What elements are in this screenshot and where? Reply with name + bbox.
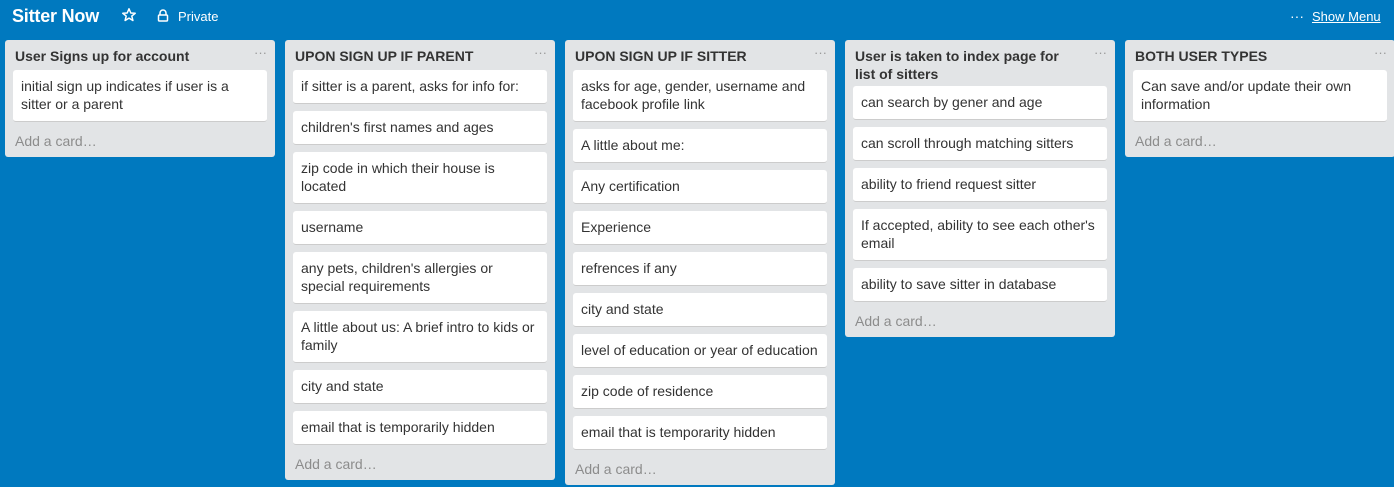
list-parent-signup: UPON SIGN UP IF PARENT ··· if sitter is … (285, 40, 555, 480)
add-card-button[interactable]: Add a card… (293, 452, 547, 480)
list-card[interactable]: email that is temporarity hidden (573, 416, 827, 450)
list-title[interactable]: UPON SIGN UP IF PARENT (295, 47, 517, 65)
list-card[interactable]: ability to save sitter in database (853, 268, 1107, 302)
list-card[interactable]: zip code of residence (573, 375, 827, 409)
show-menu-link[interactable]: Show Menu (1312, 9, 1381, 24)
list-menu-icon[interactable]: ··· (254, 45, 267, 60)
list-menu-icon[interactable]: ··· (814, 45, 827, 60)
board-header: Sitter Now Private ··· Show Menu (0, 0, 1394, 36)
list-card[interactable]: username (293, 211, 547, 245)
list-card[interactable]: ability to friend request sitter (853, 168, 1107, 202)
list-title[interactable]: User is taken to index page for list of … (855, 47, 1077, 83)
list-header[interactable]: UPON SIGN UP IF PARENT ··· (293, 40, 547, 70)
list-card[interactable]: any pets, children's allergies or specia… (293, 252, 547, 304)
list-card[interactable]: asks for age, gender, username and faceb… (573, 70, 827, 122)
list-card[interactable]: Any certification (573, 170, 827, 204)
list-menu-icon[interactable]: ··· (1374, 45, 1387, 60)
list-card[interactable]: can scroll through matching sitters (853, 127, 1107, 161)
list-title[interactable]: UPON SIGN UP IF SITTER (575, 47, 797, 65)
list-card[interactable]: city and state (293, 370, 547, 404)
list-title[interactable]: User Signs up for account (15, 47, 237, 65)
list-card[interactable]: can search by gener and age (853, 86, 1107, 120)
list-menu-icon[interactable]: ··· (534, 45, 547, 60)
list-card[interactable]: email that is temporarily hidden (293, 411, 547, 445)
dots-icon[interactable]: ··· (1290, 8, 1304, 24)
add-card-button[interactable]: Add a card… (13, 129, 267, 157)
star-icon[interactable] (121, 7, 137, 23)
list-card[interactable]: A little about me: (573, 129, 827, 163)
list-card[interactable]: refrences if any (573, 252, 827, 286)
list-index-page: User is taken to index page for list of … (845, 40, 1115, 337)
add-card-button[interactable]: Add a card… (853, 309, 1107, 337)
list-card[interactable]: zip code in which their house is located (293, 152, 547, 204)
list-header[interactable]: UPON SIGN UP IF SITTER ··· (573, 40, 827, 70)
list-title[interactable]: BOTH USER TYPES (1135, 47, 1357, 65)
list-sitter-signup: UPON SIGN UP IF SITTER ··· asks for age,… (565, 40, 835, 485)
list-menu-icon[interactable]: ··· (1094, 45, 1107, 60)
list-card[interactable]: If accepted, ability to see each other's… (853, 209, 1107, 261)
list-header[interactable]: User is taken to index page for list of … (853, 40, 1107, 86)
lock-icon (157, 9, 169, 22)
list-card[interactable]: initial sign up indicates if user is a s… (13, 70, 267, 122)
list-both-user-types: BOTH USER TYPES ··· Can save and/or upda… (1125, 40, 1394, 157)
list-card[interactable]: A little about us: A brief intro to kids… (293, 311, 547, 363)
list-user-signs-up: User Signs up for account ··· initial si… (5, 40, 275, 157)
privacy-label[interactable]: Private (178, 9, 218, 24)
list-card[interactable]: Experience (573, 211, 827, 245)
add-card-button[interactable]: Add a card… (573, 457, 827, 485)
list-card[interactable]: level of education or year of education (573, 334, 827, 368)
list-header[interactable]: BOTH USER TYPES ··· (1133, 40, 1387, 70)
list-card[interactable]: Can save and/or update their own informa… (1133, 70, 1387, 122)
list-card[interactable]: city and state (573, 293, 827, 327)
list-card[interactable]: children's first names and ages (293, 111, 547, 145)
list-card[interactable]: if sitter is a parent, asks for info for… (293, 70, 547, 104)
add-card-button[interactable]: Add a card… (1133, 129, 1387, 157)
board-title[interactable]: Sitter Now (12, 6, 99, 27)
list-header[interactable]: User Signs up for account ··· (13, 40, 267, 70)
